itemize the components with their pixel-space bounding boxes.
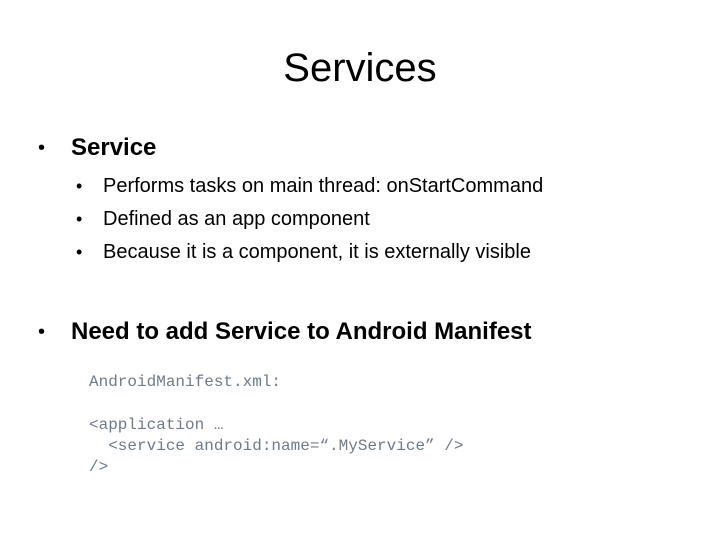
slide-title: Services	[283, 46, 437, 90]
bullet-android-manifest: • Need to add Service to Android Manifest	[38, 317, 532, 347]
sub-bullet-text: Performs tasks on main thread: onStartCo…	[103, 175, 544, 197]
sub-bullet-app-component: • Defined as an app component	[76, 206, 370, 232]
bullet-icon: •	[38, 137, 46, 159]
sub-bullet-externally-visible: • Because it is a component, it is extern…	[76, 239, 531, 265]
bullet-service: • Service	[38, 133, 156, 163]
sub-bullet-text: Defined as an app component	[103, 208, 370, 230]
code-filename: AndroidManifest.xml:	[89, 373, 282, 391]
code-line-service: <service android:name=“.MyService” />	[89, 437, 464, 455]
bullet-icon: •	[76, 209, 83, 229]
bullet-text: Need to add Service to Android Manifest	[71, 318, 532, 345]
code-line-close: />	[89, 458, 109, 476]
sub-bullet-main-thread: • Performs tasks on main thread: onStartC…	[76, 173, 543, 199]
sub-bullet-text: Because it is a component, it is externa…	[103, 241, 531, 263]
bullet-icon: •	[76, 242, 83, 262]
code-line-application: <application …	[89, 416, 224, 434]
bullet-icon: •	[38, 321, 46, 343]
bullet-text: Service	[71, 134, 157, 161]
bullet-icon: •	[76, 176, 83, 196]
